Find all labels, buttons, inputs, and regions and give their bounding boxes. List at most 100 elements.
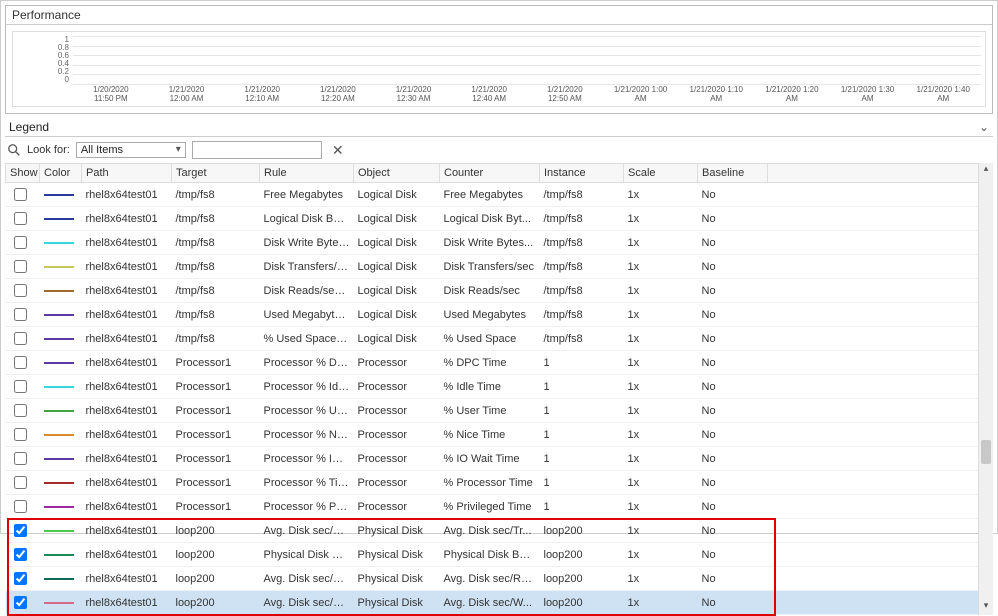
vertical-scrollbar[interactable]: ▴ ▾ [978,163,993,615]
col-spacer [768,164,993,183]
show-checkbox[interactable] [14,524,27,537]
table-row[interactable]: rhel8x64test01Processor1Processor % IO T… [6,447,993,471]
cell-scale: 1x [624,231,698,255]
show-checkbox[interactable] [14,452,27,465]
show-checkbox[interactable] [14,236,27,249]
show-checkbox[interactable] [14,332,27,345]
col-counter[interactable]: Counter [440,164,540,183]
col-target[interactable]: Target [172,164,260,183]
table-row[interactable]: rhel8x64test01/tmp/fs8Disk Write Bytes..… [6,231,993,255]
table-row[interactable]: rhel8x64test01Processor1Processor % Nic.… [6,423,993,447]
legend-table: Show Color Path Target Rule Object Count… [5,163,993,615]
cell-counter: % Processor Time [440,471,540,495]
cell-scale: 1x [624,471,698,495]
cell-target: /tmp/fs8 [172,183,260,207]
color-swatch [44,602,74,604]
cell-scale: 1x [624,375,698,399]
color-swatch [44,554,74,556]
show-checkbox[interactable] [14,404,27,417]
table-row[interactable]: rhel8x64test01/tmp/fs8Logical Disk Byt..… [6,207,993,231]
show-checkbox[interactable] [14,572,27,585]
show-checkbox[interactable] [14,548,27,561]
table-row[interactable]: rhel8x64test01/tmp/fs8Disk Reads/sec (..… [6,279,993,303]
show-checkbox[interactable] [14,500,27,513]
cell-path: rhel8x64test01 [82,519,172,543]
col-path[interactable]: Path [82,164,172,183]
color-swatch [44,386,74,388]
table-row[interactable]: rhel8x64test01/tmp/fs8Used Megabytes...L… [6,303,993,327]
table-row[interactable]: rhel8x64test01loop200Avg. Disk sec/Re...… [6,567,993,591]
cell-object: Logical Disk [354,303,440,327]
look-for-dropdown[interactable]: All Items [76,142,186,158]
scroll-track[interactable] [979,178,993,600]
cell-object: Processor [354,495,440,519]
cell-scale: 1x [624,591,698,615]
table-row[interactable]: rhel8x64test01Processor1Processor % Priv… [6,495,993,519]
scroll-up-icon[interactable]: ▴ [979,163,993,178]
scroll-down-icon[interactable]: ▾ [979,600,993,615]
table-row[interactable]: rhel8x64test01/tmp/fs8Free MegabytesLogi… [6,183,993,207]
show-checkbox[interactable] [14,188,27,201]
show-checkbox[interactable] [14,212,27,225]
table-row[interactable]: rhel8x64test01loop200Avg. Disk sec/W...P… [6,591,993,615]
cell-path: rhel8x64test01 [82,183,172,207]
col-show[interactable]: Show [6,164,40,183]
show-checkbox[interactable] [14,428,27,441]
cell-scale: 1x [624,351,698,375]
col-scale[interactable]: Scale [624,164,698,183]
filter-input[interactable] [192,141,322,159]
show-checkbox[interactable] [14,308,27,321]
cell-counter: Disk Transfers/sec [440,255,540,279]
cell-object: Logical Disk [354,327,440,351]
col-baseline[interactable]: Baseline [698,164,768,183]
table-row[interactable]: rhel8x64test01loop200Avg. Disk sec/Tr...… [6,519,993,543]
clear-filter-icon[interactable]: ✕ [328,143,348,157]
cell-baseline: No [698,495,768,519]
show-checkbox[interactable] [14,356,27,369]
show-checkbox[interactable] [14,476,27,489]
table-row[interactable]: rhel8x64test01/tmp/fs8Disk Transfers/s..… [6,255,993,279]
cell-target: Processor1 [172,399,260,423]
cell-baseline: No [698,207,768,231]
cell-object: Processor [354,471,440,495]
legend-header: Legend ⌄ [5,118,993,137]
cell-path: rhel8x64test01 [82,207,172,231]
cell-path: rhel8x64test01 [82,543,172,567]
performance-chart[interactable]: 10.80.60.40.20 1/20/2020 11:50 PM1/21/20… [12,31,986,107]
cell-baseline: No [698,279,768,303]
cell-counter: Logical Disk Byt... [440,207,540,231]
col-instance[interactable]: Instance [540,164,624,183]
col-color[interactable]: Color [40,164,82,183]
table-row[interactable]: rhel8x64test01Processor1Processor % DP..… [6,351,993,375]
cell-rule: Processor % Use... [260,399,354,423]
cell-baseline: No [698,567,768,591]
col-rule[interactable]: Rule [260,164,354,183]
cell-target: loop200 [172,591,260,615]
cell-path: rhel8x64test01 [82,327,172,351]
cell-scale: 1x [624,183,698,207]
cell-instance: 1 [540,495,624,519]
cell-object: Processor [354,399,440,423]
table-row[interactable]: rhel8x64test01Processor1Processor % Use.… [6,399,993,423]
table-row[interactable]: rhel8x64test01loop200Physical Disk Byt..… [6,543,993,567]
color-swatch [44,338,74,340]
show-checkbox[interactable] [14,596,27,609]
cell-rule: Processor % IO T... [260,447,354,471]
table-row[interactable]: rhel8x64test01Processor1Processor % Idle… [6,375,993,399]
cell-instance: 1 [540,399,624,423]
table-row[interactable]: rhel8x64test01Processor1Processor % Tim.… [6,471,993,495]
col-object[interactable]: Object [354,164,440,183]
chevron-down-icon[interactable]: ⌄ [979,120,989,134]
cell-scale: 1x [624,447,698,471]
color-swatch [44,458,74,460]
show-checkbox[interactable] [14,260,27,273]
table-row[interactable]: rhel8x64test01/tmp/fs8% Used Space (...L… [6,327,993,351]
cell-scale: 1x [624,279,698,303]
cell-rule: Physical Disk Byt... [260,543,354,567]
show-checkbox[interactable] [14,284,27,297]
cell-instance: /tmp/fs8 [540,279,624,303]
show-checkbox[interactable] [14,380,27,393]
scroll-thumb[interactable] [981,440,991,464]
cell-rule: Processor % Idle... [260,375,354,399]
color-swatch [44,194,74,196]
